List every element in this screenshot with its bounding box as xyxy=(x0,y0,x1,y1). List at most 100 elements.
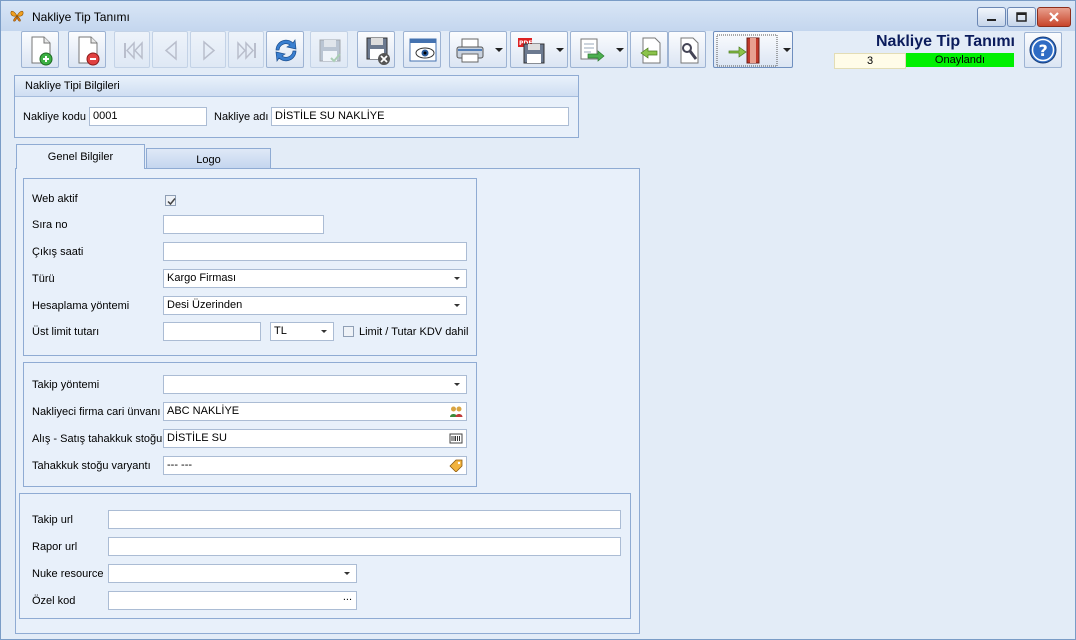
firma-value: ABC NAKLİYE xyxy=(167,405,240,417)
code-input[interactable]: 0001 xyxy=(89,107,207,126)
cancel-save-button[interactable] xyxy=(357,31,395,68)
record-count: 3 xyxy=(834,53,906,69)
turu-label: Türü xyxy=(32,273,55,285)
minimize-button[interactable] xyxy=(977,7,1006,27)
hesap-select[interactable]: Desi Üzerinden xyxy=(163,296,467,315)
chevron-down-icon xyxy=(454,304,460,307)
ozel-kod-input[interactable]: ... xyxy=(108,591,357,610)
close-icon xyxy=(1049,12,1059,22)
window-title: Nakliye Tip Tanımı xyxy=(32,10,130,24)
butterfly-icon xyxy=(10,10,24,22)
tools-button[interactable] xyxy=(668,31,706,68)
cancel-save-icon xyxy=(366,37,390,65)
new-document-icon xyxy=(31,36,53,66)
delete-document-icon xyxy=(78,36,100,66)
app-window: Nakliye Tip Tanımı Nakliye Tip Tanımı 3 … xyxy=(0,0,1076,640)
web-active-checkbox[interactable] xyxy=(165,195,176,206)
title-bar: Nakliye Tip Tanımı xyxy=(1,1,1075,31)
previous-record-icon xyxy=(164,40,177,61)
ust-limit-label: Üst limit tutarı xyxy=(32,326,100,338)
varyant-input[interactable]: --- --- xyxy=(163,456,467,475)
firma-label: Nakliyeci firma cari ünvanı xyxy=(32,406,161,418)
save-button[interactable] xyxy=(310,31,348,68)
export-button[interactable] xyxy=(570,31,628,68)
status-badge: Onaylandı xyxy=(906,53,1014,67)
help-button[interactable]: ? xyxy=(1024,32,1062,68)
export-dropdown-arrow[interactable] xyxy=(616,48,624,52)
kdv-label: Limit / Tutar KDV dahil xyxy=(359,326,469,338)
nuke-select[interactable] xyxy=(108,564,357,583)
export-icon xyxy=(580,38,605,62)
first-record-icon xyxy=(124,41,143,60)
varyant-value: --- --- xyxy=(167,459,193,471)
restore-icon xyxy=(1016,12,1027,22)
ust-limit-input[interactable] xyxy=(163,322,261,341)
print-dropdown-arrow[interactable] xyxy=(495,48,503,52)
sira-input[interactable] xyxy=(163,215,324,234)
delete-button[interactable] xyxy=(68,31,106,68)
info-group: Nakliye Tipi Bilgileri Nakliye kodu 0001… xyxy=(14,75,579,138)
kdv-checkbox[interactable] xyxy=(343,326,354,337)
firma-input[interactable]: ABC NAKLİYE xyxy=(163,402,467,421)
takip-url-label: Takip url xyxy=(32,514,73,526)
stok-input[interactable]: DİSTİLE SU xyxy=(163,429,467,448)
nuke-label: Nuke resource xyxy=(32,568,104,580)
pdf-export-button[interactable]: PDF xyxy=(510,31,568,68)
exit-dropdown-arrow[interactable] xyxy=(783,48,791,52)
preview-button[interactable] xyxy=(403,31,441,68)
turu-select[interactable]: Kargo Firması xyxy=(163,269,467,288)
chevron-down-icon xyxy=(321,330,327,333)
tag-icon[interactable] xyxy=(449,459,463,472)
takip-yontemi-select[interactable] xyxy=(163,375,467,394)
maximize-button[interactable] xyxy=(1007,7,1036,27)
web-active-label: Web aktif xyxy=(32,193,78,205)
sira-label: Sıra no xyxy=(32,219,68,231)
stok-value: DİSTİLE SU xyxy=(167,432,227,444)
general-settings-group: Web aktif Sıra no Çıkış saati Türü Kargo… xyxy=(23,178,477,356)
tracking-group: Takip yöntemi Nakliyeci firma cari ünvan… xyxy=(23,362,477,487)
tab-logo[interactable]: Logo xyxy=(146,148,271,169)
currency-select[interactable]: TL xyxy=(270,322,334,341)
chevron-down-icon xyxy=(454,383,460,386)
help-icon: ? xyxy=(1029,36,1057,64)
new-button[interactable] xyxy=(21,31,59,68)
users-icon[interactable] xyxy=(449,405,463,418)
cikis-input[interactable] xyxy=(163,242,467,261)
varyant-label: Tahakkuk stoğu varyantı xyxy=(32,460,151,472)
ozel-kod-label: Özel kod xyxy=(32,595,76,607)
rapor-url-label: Rapor url xyxy=(32,541,78,553)
first-record-button[interactable] xyxy=(114,31,150,68)
preview-icon xyxy=(409,38,437,62)
barcode-icon[interactable] xyxy=(449,432,463,445)
ellipsis-button[interactable]: ... xyxy=(343,592,352,606)
code-label: Nakliye kodu xyxy=(23,111,86,123)
save-icon xyxy=(319,39,341,63)
refresh-button[interactable] xyxy=(266,31,304,68)
exit-button[interactable] xyxy=(713,31,793,68)
url-group: Takip url Rapor url Nuke resource Özel k… xyxy=(19,493,631,619)
printer-icon xyxy=(456,38,484,63)
last-record-button[interactable] xyxy=(228,31,264,68)
close-button[interactable] xyxy=(1037,7,1071,27)
turu-value: Kargo Firması xyxy=(167,272,237,284)
import-button[interactable] xyxy=(630,31,668,68)
print-button[interactable] xyxy=(449,31,507,68)
pdf-dropdown-arrow[interactable] xyxy=(556,48,564,52)
minimize-icon xyxy=(987,19,996,21)
form-title: Nakliye Tip Tanımı xyxy=(875,33,1015,50)
rapor-url-input[interactable] xyxy=(108,537,621,556)
takip-yontemi-label: Takip yöntemi xyxy=(32,379,100,391)
next-record-button[interactable] xyxy=(190,31,226,68)
takip-url-input[interactable] xyxy=(108,510,621,529)
cikis-label: Çıkış saati xyxy=(32,246,84,258)
exit-door-icon xyxy=(716,34,778,67)
hesap-value: Desi Üzerinden xyxy=(167,299,243,311)
general-tab-panel: Web aktif Sıra no Çıkış saati Türü Kargo… xyxy=(15,168,640,634)
pdf-export-icon: PDF xyxy=(518,38,545,64)
import-icon xyxy=(640,37,661,64)
name-input[interactable]: DİSTİLE SU NAKLİYE xyxy=(271,107,569,126)
checkmark-icon xyxy=(167,198,176,206)
last-record-icon xyxy=(237,41,256,60)
tab-genel-bilgiler[interactable]: Genel Bilgiler xyxy=(16,144,145,169)
previous-record-button[interactable] xyxy=(152,31,188,68)
